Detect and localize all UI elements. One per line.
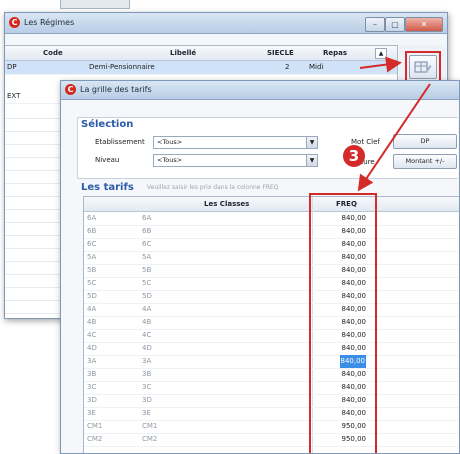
classe-libelle: 4C [142, 331, 152, 339]
table-row[interactable]: 5A 5A 840,00 [84, 251, 459, 265]
tarifs-title: La grille des tarifs [80, 85, 152, 94]
row-code: EXT [7, 92, 21, 100]
tarif-rows: 6A 6A 840,00 6B 6B 840,00 6C 6C 840,00 5A 5A 840,00… [84, 212, 459, 453]
table-row[interactable]: 3B 3B 840,00 [84, 368, 459, 382]
minimize-button[interactable]: – [365, 17, 385, 32]
app-logo-icon: C [65, 84, 76, 95]
etablissement-combo[interactable]: <Tous> ▼ [153, 136, 318, 149]
col-classes[interactable]: Les Classes [204, 197, 249, 211]
classe-code: 3D [87, 396, 97, 404]
classe-code: 5A [87, 253, 97, 261]
classe-libelle: 4A [142, 305, 152, 313]
regimes-titlebar[interactable]: C Les Régimes – ▢ ✕ [5, 13, 447, 34]
close-button[interactable]: ✕ [405, 17, 443, 32]
classe-libelle: 5C [142, 279, 152, 287]
classe-libelle: CM1 [142, 422, 158, 430]
table-row[interactable]: 6A 6A 840,00 [84, 212, 459, 226]
classe-code: 3B [87, 370, 97, 378]
tarifs-title: Les tarifs [81, 182, 134, 193]
classe-code: CM2 [87, 435, 103, 443]
classe-code: 3C [87, 383, 97, 391]
table-row[interactable]: 6B 6B 840,00 [84, 225, 459, 239]
regimes-title: Les Régimes [24, 18, 75, 27]
classe-code: 3A [87, 357, 97, 365]
classe-code: 6B [87, 227, 97, 235]
row-lines [5, 106, 65, 318]
niveau-combo[interactable]: <Tous> ▼ [153, 154, 318, 167]
classe-libelle: 6B [142, 227, 152, 235]
app-logo-icon: C [9, 17, 20, 28]
classe-code: 5C [87, 279, 97, 287]
classe-libelle: 5A [142, 253, 152, 261]
classe-libelle: 3B [142, 370, 152, 378]
classe-code: 4A [87, 305, 97, 313]
classe-code: CM1 [87, 422, 103, 430]
table-row[interactable]: 5C 5C 840,00 [84, 277, 459, 291]
chevron-down-icon[interactable]: ▼ [306, 137, 317, 148]
nature-button[interactable]: Montant +/- [393, 154, 457, 169]
table-row[interactable]: 3A 3A 840,00 [84, 355, 459, 369]
toolbar-fragment [60, 0, 130, 9]
table-row[interactable]: 4A 4A 840,00 [84, 303, 459, 317]
col-repas[interactable]: Repas [323, 46, 347, 60]
classe-libelle: 3C [142, 383, 152, 391]
table-row[interactable]: CM2 CM2 950,00 [84, 433, 459, 447]
regimes-header: Code Libellé SIECLE Repas ▲ [5, 46, 397, 61]
sort-arrow-icon[interactable]: ▲ [375, 48, 387, 59]
selection-title: Sélection [81, 119, 134, 130]
tarifs-hint: Veuillez saisir les prix dans la colonne… [147, 184, 279, 191]
classe-code: 4B [87, 318, 97, 326]
col-libelle[interactable]: Libellé [170, 46, 196, 60]
classe-libelle: 4B [142, 318, 152, 326]
classe-libelle: 3D [142, 396, 152, 404]
table-row[interactable]: 3E 3E 840,00 [84, 407, 459, 421]
etablissement-label: Etablissement [95, 138, 145, 146]
classe-code: 6C [87, 240, 97, 248]
table-row[interactable]: 6C 6C 840,00 [84, 238, 459, 252]
etablissement-value: <Tous> [157, 138, 183, 146]
classe-code: 5B [87, 266, 97, 274]
classe-libelle: 3E [142, 409, 151, 417]
table-row[interactable]: 5B 5B 840,00 [84, 264, 459, 278]
chevron-down-icon[interactable]: ▼ [306, 155, 317, 166]
highlight-button-box [405, 51, 441, 83]
table-row[interactable]: 3C 3C 840,00 [84, 381, 459, 395]
highlight-freq-column [309, 193, 377, 453]
row-repas: Midi [309, 63, 324, 71]
classe-code: 3E [87, 409, 96, 417]
tarifs-table: Les Classes FREQ 6A 6A 840,00 6B 6B 840,00 6C 6… [83, 196, 459, 453]
niveau-value: <Tous> [157, 156, 183, 164]
tarifs-header: Les Classes FREQ [84, 197, 459, 212]
tarifs-window: C La grille des tarifs Sélection Etablis… [60, 80, 460, 454]
col-siecle[interactable]: SIECLE [267, 46, 294, 60]
step-3-marker: 3 [343, 145, 365, 167]
table-row[interactable]: CM1 CM1 950,00 [84, 420, 459, 434]
classe-libelle: 6C [142, 240, 152, 248]
classe-code: 4D [87, 344, 97, 352]
classe-code: 5D [87, 292, 97, 300]
classe-libelle: CM2 [142, 435, 158, 443]
maximize-button[interactable]: ▢ [385, 17, 405, 32]
table-row[interactable]: 4C 4C 840,00 [84, 329, 459, 343]
classe-libelle: 6A [142, 214, 152, 222]
table-row[interactable]: DP Demi-Pensionnaire 2 Midi [5, 61, 397, 75]
col-code[interactable]: Code [43, 46, 63, 60]
classe-libelle: 5B [142, 266, 152, 274]
row-siecle: 2 [285, 63, 290, 71]
classe-libelle: 4D [142, 344, 152, 352]
classe-code: 4C [87, 331, 97, 339]
classe-code: 6A [87, 214, 97, 222]
tarifs-titlebar[interactable]: C La grille des tarifs [61, 81, 459, 100]
classe-libelle: 5D [142, 292, 152, 300]
motclef-button[interactable]: DP [393, 134, 457, 149]
row-code: DP [7, 63, 17, 71]
table-row[interactable]: 3D 3D 840,00 [84, 394, 459, 408]
classe-libelle: 3A [142, 357, 152, 365]
table-row[interactable]: 5D 5D 840,00 [84, 290, 459, 304]
table-row[interactable]: 4D 4D 840,00 [84, 342, 459, 356]
niveau-label: Niveau [95, 156, 120, 164]
table-row[interactable]: 4B 4B 840,00 [84, 316, 459, 330]
row-libelle: Demi-Pensionnaire [89, 63, 155, 71]
